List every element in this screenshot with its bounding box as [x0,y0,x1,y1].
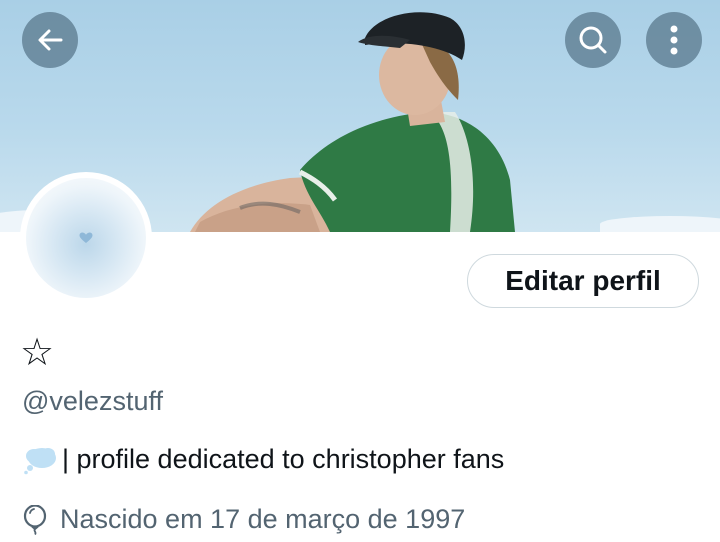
arrow-left-icon [38,29,63,51]
more-vertical-icon [670,25,678,55]
back-button[interactable] [22,12,78,68]
balloon-icon [23,504,47,535]
display-name: ☆ [20,330,55,374]
profile-bio: | profile dedicated to christopher fans [22,444,504,475]
avatar-image [26,178,146,298]
edit-profile-button[interactable]: Editar perfil [467,254,699,308]
heart-icon [79,232,93,243]
birth-date-text: Nascido em 17 de março de 1997 [60,504,466,534]
more-button[interactable] [646,12,702,68]
thought-bubble-icon [24,447,56,474]
profile-avatar[interactable] [20,172,152,304]
birth-date: Nascido em 17 de março de 1997 [22,504,465,535]
search-icon [579,26,607,54]
user-handle: @velezstuff [22,386,163,416]
bio-text: | profile dedicated to christopher fans [62,444,505,474]
search-button[interactable] [565,12,621,68]
